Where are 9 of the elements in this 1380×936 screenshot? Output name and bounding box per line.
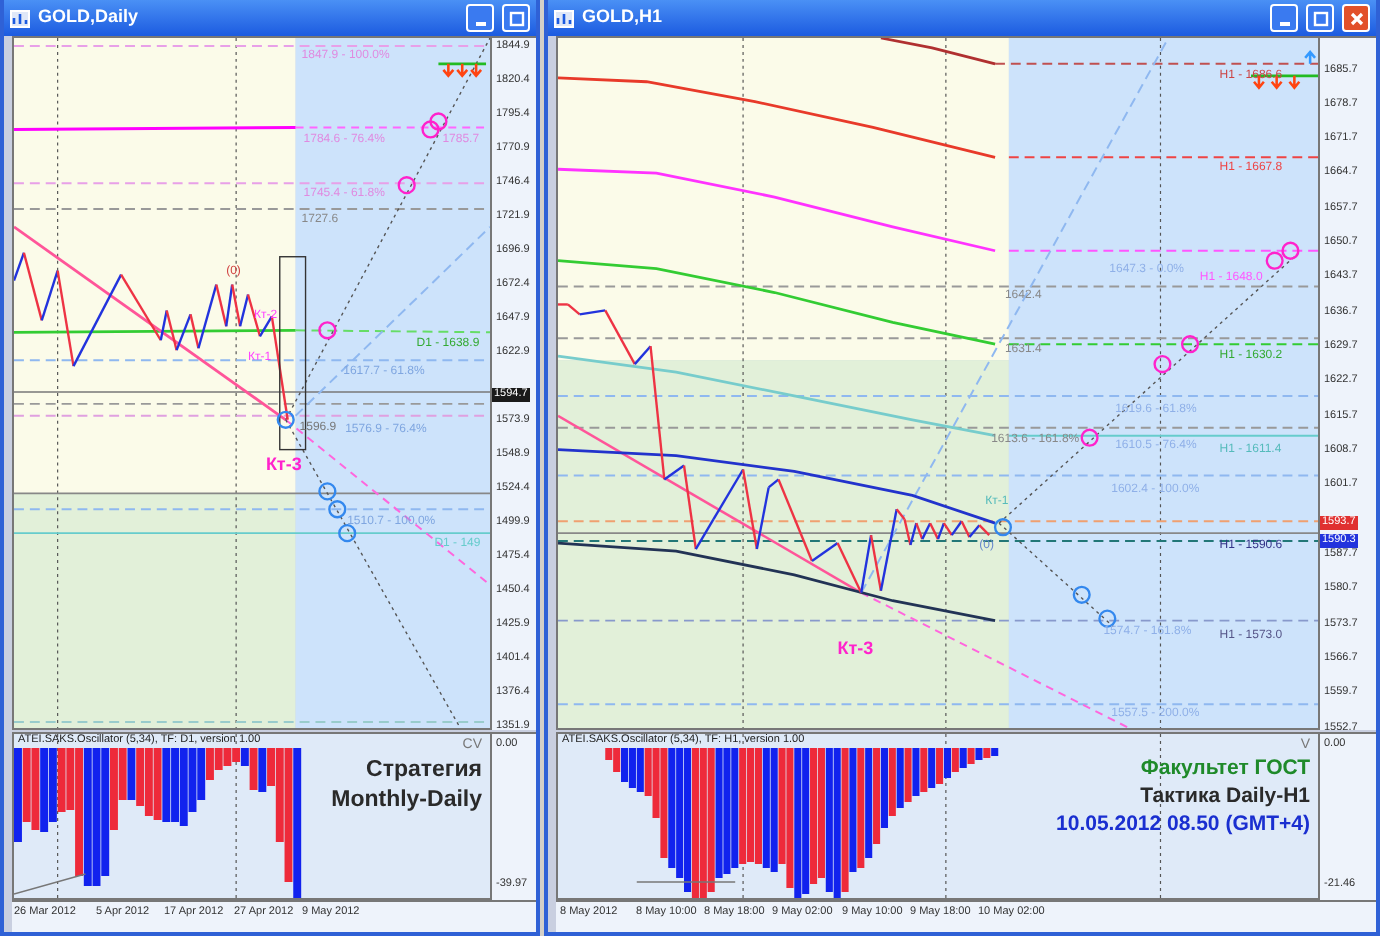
wave-label: Кт-3 bbox=[837, 640, 874, 658]
window-title: GOLD,H1 bbox=[582, 4, 665, 31]
caption-text: 10.05.2012 08.50 (GMT+4) bbox=[1056, 814, 1310, 837]
caption-text: Стратегия bbox=[366, 758, 482, 783]
caption-text: Факультет ГОСТ bbox=[1140, 758, 1310, 781]
window-title: GOLD,Daily bbox=[38, 4, 141, 31]
caption-text: Monthly-Daily bbox=[331, 788, 482, 813]
wave-label: Кт-3 bbox=[265, 456, 302, 474]
caption-text: Тактика Daily-H1 bbox=[1140, 786, 1310, 809]
